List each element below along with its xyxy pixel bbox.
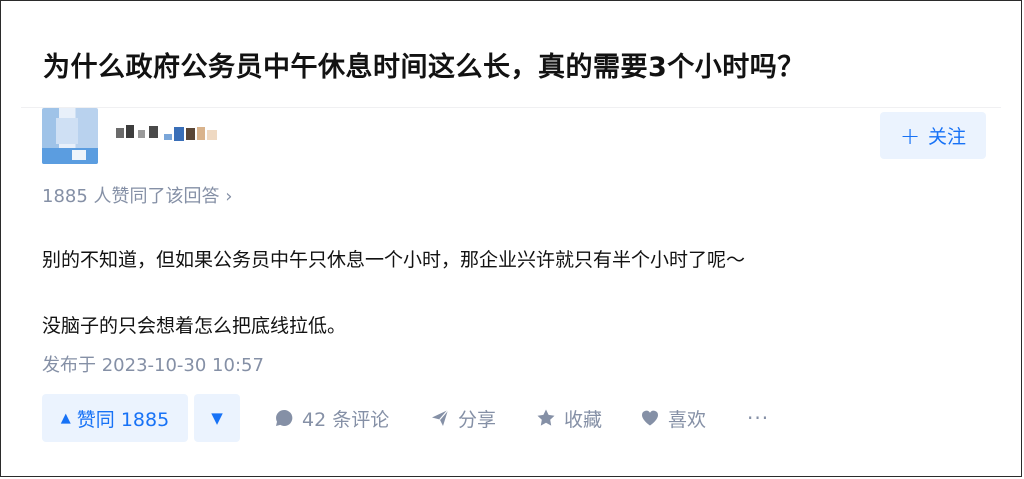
triangle-up-icon: ▲ <box>60 410 71 426</box>
more-button[interactable]: ··· <box>747 394 769 442</box>
answer-paragraph: 别的不知道，但如果公务员中午只休息一个小时，那企业兴许就只有半个小时了呢～ <box>42 249 746 271</box>
publish-time[interactable]: 发布于 2023-10-30 10:57 <box>42 351 264 377</box>
collect-label: 收藏 <box>564 408 603 431</box>
plus-icon: + <box>899 121 921 150</box>
answer-card: 为什么政府公务员中午休息时间这么长，真的需要3个小时吗？ + 关注 1885 人… <box>0 0 1022 477</box>
comment-bubble-icon <box>276 409 293 426</box>
follow-button[interactable]: + 关注 <box>880 112 986 159</box>
comments-label: 42 条评论 <box>302 408 390 431</box>
triangle-down-icon: ▼ <box>211 409 223 427</box>
vote-down-button[interactable]: ▼ <box>194 394 240 442</box>
vote-up-button[interactable]: ▲ 赞同 1885 <box>42 394 188 442</box>
like-label: 喜欢 <box>668 408 707 431</box>
answer-paragraph: 没脑子的只会想着怎么把底线拉低。 <box>42 315 347 337</box>
collect-button[interactable]: 收藏 <box>536 394 602 442</box>
paper-plane-icon <box>432 409 449 426</box>
like-button[interactable]: 喜欢 <box>640 394 706 442</box>
heart-icon <box>642 410 658 426</box>
comments-button[interactable]: 42 条评论 <box>274 394 389 442</box>
share-label: 分享 <box>458 408 497 431</box>
upvote-summary-link[interactable]: 1885 人赞同了该回答 › <box>42 182 232 208</box>
share-button[interactable]: 分享 <box>430 394 496 442</box>
star-icon <box>537 409 555 426</box>
more-icon: ··· <box>747 406 770 430</box>
avatar[interactable] <box>42 108 98 164</box>
follow-label: 关注 <box>928 126 967 148</box>
divider <box>21 107 1001 108</box>
question-title[interactable]: 为什么政府公务员中午休息时间这么长，真的需要3个小时吗？ <box>43 45 805 84</box>
author-name-pixelated[interactable] <box>116 122 236 146</box>
vote-up-label: 赞同 1885 <box>76 408 170 431</box>
